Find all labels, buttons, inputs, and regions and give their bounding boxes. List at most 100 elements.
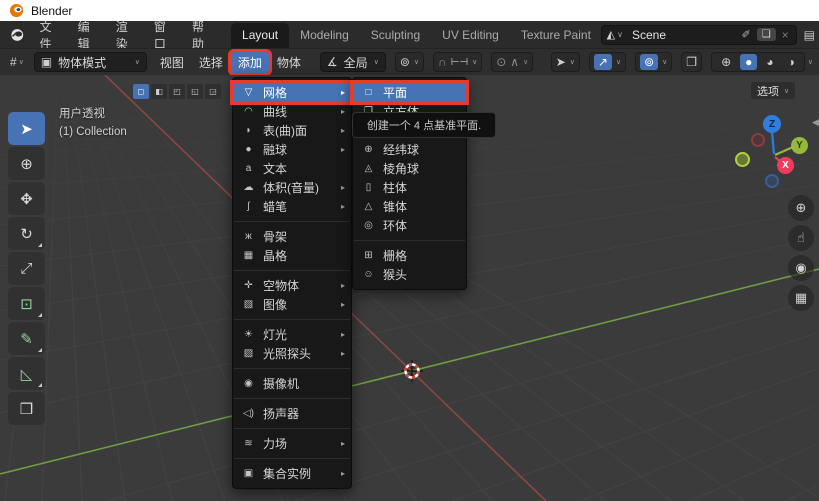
shading-mode-button[interactable]: ◕ (761, 54, 778, 70)
menu-item-icon: ◗ (241, 125, 256, 136)
menu-item-label: 表(曲)面 (263, 122, 334, 139)
menu-item[interactable]: ▯ 柱体 (353, 178, 466, 197)
gizmo-minus-y-axis[interactable] (735, 152, 750, 167)
menu-item[interactable]: ◗ 表(曲)面 ▸ (233, 121, 351, 140)
viewport-nav-button[interactable]: ☝ (788, 225, 814, 251)
tool-button[interactable]: ◺ (8, 357, 45, 390)
menu-item-icon: ▽ (241, 87, 256, 98)
submenu-arrow-icon: ▸ (341, 349, 345, 358)
workspace-tab[interactable]: Sculpting (360, 23, 431, 48)
transform-orientation-select[interactable]: ∡ 全局 ∨ (320, 52, 386, 72)
tool-button[interactable]: ❒ (8, 392, 45, 425)
menu-item[interactable]: ● 融球 ▸ (233, 140, 351, 159)
menu-item[interactable]: ☁ 体积(音量) ▸ (233, 178, 351, 197)
select-mode-button[interactable]: ◰ (169, 84, 185, 99)
chevron-down-icon[interactable]: ∨ (616, 58, 621, 66)
menu-item[interactable]: ʃ 蜡笔 ▸ (233, 197, 351, 216)
select-mode-button[interactable]: ◱ (187, 84, 203, 99)
menu-item[interactable]: ▧ 图像 ▸ (233, 295, 351, 314)
gizmo-minus-x-axis[interactable] (751, 133, 765, 147)
menu-item[interactable]: ◎ 环体 (353, 216, 466, 235)
menu-item[interactable]: ◁) 扬声器 (233, 404, 351, 423)
select-mode-button[interactable]: ◲ (205, 84, 221, 99)
menu-item[interactable]: ◉ 摄像机 (233, 374, 351, 393)
tool-button[interactable]: ⊡ (8, 287, 45, 320)
chevron-down-icon[interactable]: ∨ (570, 58, 575, 66)
snap-magnet-icon[interactable]: ∩ (438, 55, 447, 69)
menu-item[interactable]: ж 骨架 (233, 227, 351, 246)
new-scene-button[interactable]: ❏ (757, 28, 776, 41)
overlays-toggle-icon[interactable]: ⊚ (640, 54, 658, 70)
gizmo-z-axis[interactable]: Z (763, 115, 781, 133)
shading-mode-button[interactable]: ◑ (783, 54, 800, 70)
menu-item[interactable]: △ 锥体 (353, 197, 466, 216)
viewport-nav-button[interactable]: ▦ (788, 285, 814, 311)
workspace-tab[interactable]: Layout (231, 23, 289, 48)
gizmo-minus-z-axis[interactable] (765, 174, 779, 188)
xray-toggle[interactable]: ❐ (681, 52, 702, 72)
region-collapse-icon[interactable]: ◀ (812, 117, 819, 128)
menu-item-label: 平面 (383, 84, 453, 101)
tool-button[interactable]: ➤ (8, 112, 45, 145)
scene-name[interactable]: Scene (626, 28, 737, 42)
menu-item[interactable]: ☺ 猴头 (353, 265, 466, 284)
menu-item[interactable]: ◠ 曲线 ▸ (233, 102, 351, 121)
tool-button[interactable]: ✥ (8, 182, 45, 215)
unlink-scene-button[interactable]: × (778, 28, 793, 42)
view-layer-icon[interactable]: ▤ (804, 28, 815, 42)
scene-selector: ◭ ∨ Scene ✐ ❏ × (601, 25, 797, 45)
viewport-nav-button[interactable]: ⊕ (788, 195, 814, 221)
blender-app-icon[interactable] (10, 27, 25, 43)
submenu-arrow-icon: ▸ (341, 88, 345, 97)
gizmo-x-axis[interactable]: X (777, 157, 794, 174)
viewport-nav-button[interactable]: ◉ (788, 255, 814, 281)
menu-item[interactable]: ▣ 集合实例 ▸ (233, 464, 351, 483)
tool-button[interactable]: ↻ (8, 217, 45, 250)
menu-item[interactable]: ▽ 网格 ▸ (233, 83, 351, 102)
mode-label: 物体模式 (58, 54, 129, 71)
tool-button[interactable]: ⤢ (8, 252, 45, 285)
menu-item[interactable]: ◬ 棱角球 (353, 159, 466, 178)
select-mode-button[interactable]: ◧ (151, 84, 167, 99)
menu-item[interactable]: a 文本 (233, 159, 351, 178)
chevron-down-icon[interactable]: ∨ (808, 58, 813, 66)
selectability-icon[interactable]: ➤ (556, 55, 566, 69)
select-mode-button[interactable]: ◻ (133, 84, 149, 99)
chevron-down-icon[interactable]: ∨ (472, 58, 477, 66)
menu-item[interactable]: ⊞ 栅格 (353, 246, 466, 265)
shading-mode-button[interactable]: ⊕ (716, 54, 736, 70)
scene-icon[interactable]: ◭ (605, 28, 617, 41)
menu-item[interactable]: ▨ 光照探头 ▸ (233, 344, 351, 363)
menu-item[interactable]: □ 平面 (353, 83, 466, 102)
mode-select[interactable]: ▣ 物体模式 ∨ (34, 52, 147, 72)
workspace-tab[interactable]: Texture Paint (510, 23, 601, 48)
header-menu[interactable]: 选择 (192, 52, 230, 73)
chevron-down-icon[interactable]: ∨ (662, 58, 667, 66)
menu-item[interactable]: ✛ 空物体 ▸ (233, 276, 351, 295)
menu-item[interactable]: ▦ 晶格 (233, 246, 351, 265)
workspace-tab[interactable]: UV Editing (431, 23, 510, 48)
workspace-tab[interactable]: Modeling (289, 23, 360, 48)
menu-item[interactable]: ≋ 力场 ▸ (233, 434, 351, 453)
tool-button[interactable]: ✎ (8, 322, 45, 355)
menu-item-label: 力场 (263, 435, 334, 452)
gizmo-toggle-icon[interactable]: ↗ (594, 54, 612, 70)
navigation-gizmo[interactable]: Z Y X (734, 105, 818, 195)
falloff-curve-icon[interactable]: ∧ (510, 55, 519, 69)
proportional-edit-icon[interactable]: ⊙ (496, 55, 506, 69)
tool-button[interactable]: ⊕ (8, 147, 45, 180)
pivot-point-select[interactable]: ⊚ ∨ (395, 52, 424, 72)
header-menu[interactable]: 添加 (231, 52, 269, 73)
pin-icon[interactable]: ✐ (737, 28, 754, 41)
snap-target-icon[interactable]: ⊢⊣ (451, 57, 468, 68)
3d-viewport[interactable]: ◻◧◰◱◲ 用户透视 (1) Collection 选项 ∨ ➤⊕✥↻⤢⊡✎◺❒… (0, 75, 819, 501)
shading-mode-button[interactable]: ● (740, 54, 757, 70)
header-menu[interactable]: 物体 (270, 52, 308, 73)
menu-item[interactable]: ☀ 灯光 ▸ (233, 325, 351, 344)
header-menu[interactable]: 视图 (153, 52, 191, 73)
gizmo-y-axis[interactable]: Y (791, 137, 808, 154)
editor-type-button[interactable]: # ∨ (6, 53, 28, 71)
menu-item[interactable]: ⊕ 经纬球 (353, 140, 466, 159)
chevron-down-icon[interactable]: ∨ (617, 30, 626, 39)
options-dropdown[interactable]: 选项 ∨ (751, 82, 795, 99)
